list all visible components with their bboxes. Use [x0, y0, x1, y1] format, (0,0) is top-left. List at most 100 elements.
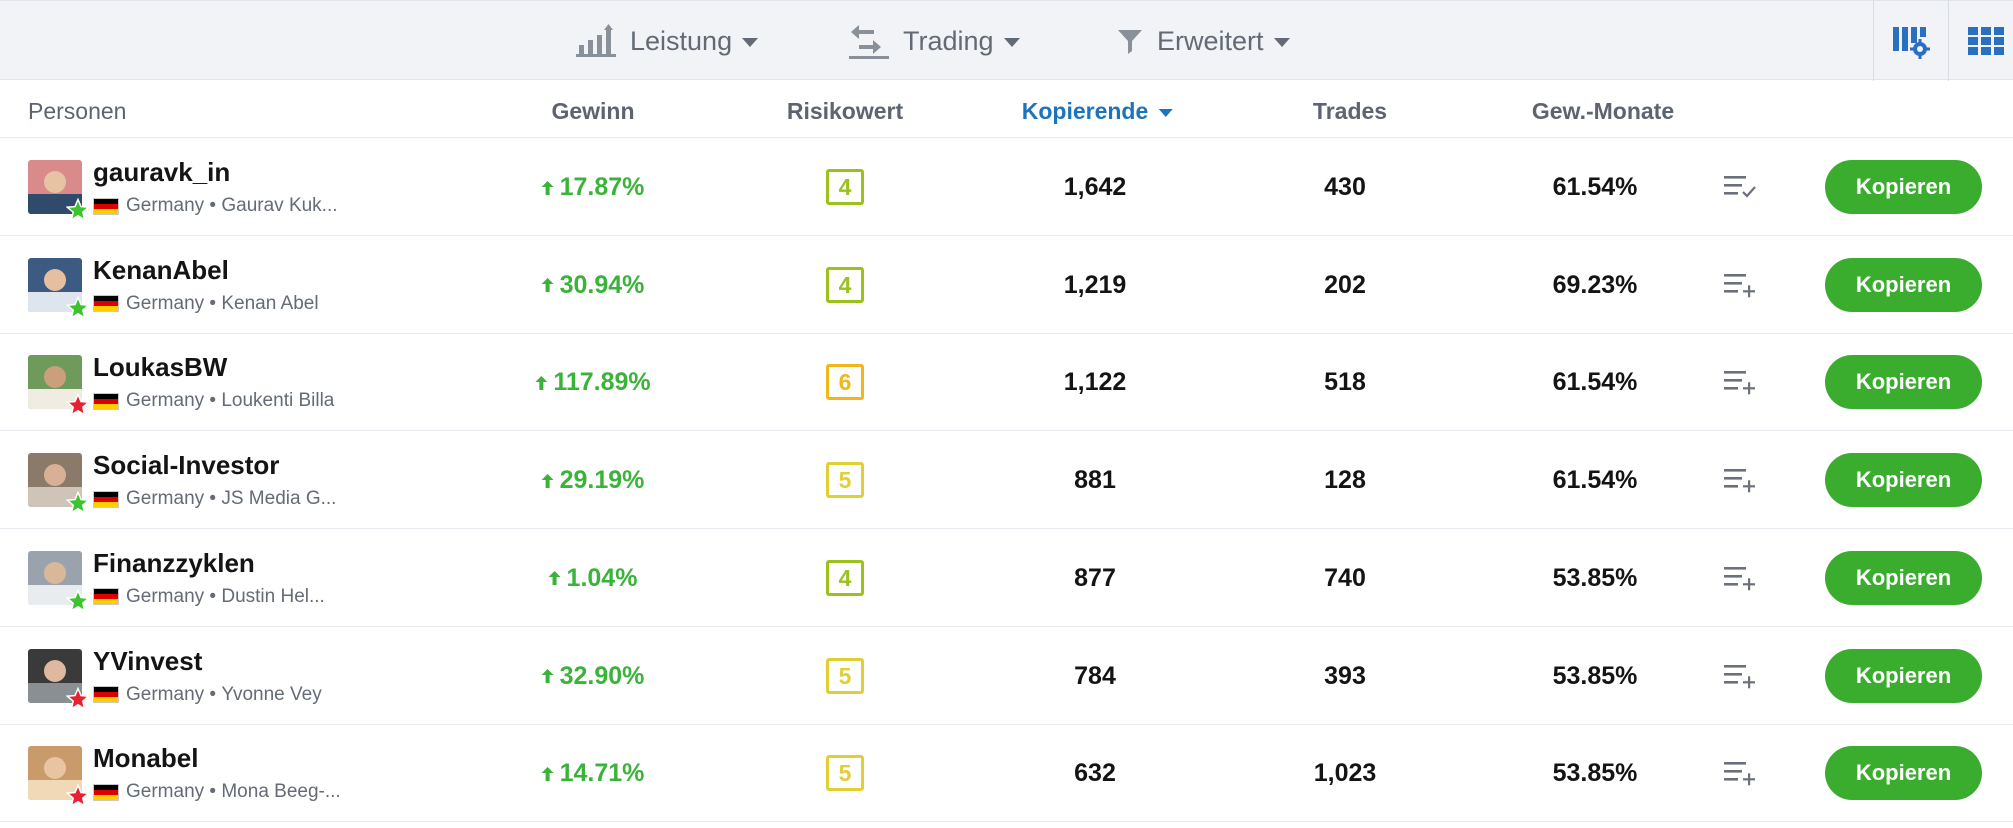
avatar-container[interactable] — [28, 355, 90, 417]
gain-text: 1.04% — [566, 563, 638, 592]
profitable-months-value: 61.54% — [1552, 173, 1638, 201]
arrow-up-icon — [541, 766, 554, 781]
column-header-copiers[interactable]: Kopierende — [1022, 80, 1173, 138]
profitable-months-value: 69.23% — [1552, 270, 1638, 299]
watchlist-add-icon[interactable] — [1724, 368, 1758, 396]
user-meta: Germany • Dustin Hel... — [93, 586, 325, 608]
table-row[interactable]: gauravk_in Germany • Gaurav Kuk... 17.87… — [0, 139, 2013, 236]
green-star-icon — [66, 295, 90, 320]
chevron-down-icon — [1003, 38, 1020, 47]
column-header-gain[interactable]: Gewinn — [551, 80, 634, 138]
copiers-value: 632 — [1074, 759, 1116, 788]
grid-settings-icon — [1893, 27, 1930, 59]
column-header-profitable-months[interactable]: Gew.-Monate — [1532, 80, 1674, 138]
column-header-risk[interactable]: Risikowert — [787, 80, 903, 138]
arrow-up-icon — [541, 473, 554, 488]
risk-score-badge: 4 — [826, 266, 864, 303]
table-row[interactable]: Social-Investor Germany • JS Media G... … — [0, 432, 2013, 530]
filter-erweitert[interactable]: Erweitert — [1117, 1, 1290, 81]
filter-leistung[interactable]: Leistung — [576, 1, 759, 81]
copy-button[interactable]: Kopieren — [1825, 355, 1982, 410]
avatar-container[interactable] — [28, 550, 90, 613]
profitable-months-value: 53.85% — [1552, 661, 1638, 690]
germany-flag-icon — [93, 783, 119, 801]
profitable-months-value: 61.54% — [1552, 368, 1638, 397]
arrow-up-icon — [541, 669, 554, 683]
watchlist-add-icon[interactable] — [1724, 466, 1758, 494]
gain-text: 29.19% — [559, 466, 645, 495]
avatar-container[interactable] — [28, 648, 90, 710]
meta-separator: • — [204, 488, 222, 510]
column-header-trades[interactable]: Trades — [1313, 80, 1387, 138]
user-meta: Germany • Kenan Abel — [93, 293, 319, 315]
watchlist-add-icon[interactable] — [1724, 759, 1758, 787]
grid-view-button[interactable] — [1949, 1, 2013, 81]
green-star-icon — [66, 491, 90, 515]
user-meta: Germany • JS Media G... — [93, 488, 336, 510]
country-label: Germany — [126, 195, 205, 216]
gain-value: 17.87% — [541, 139, 644, 236]
country-label: Germany — [126, 390, 205, 412]
table-row[interactable]: LoukasBW Germany • Loukenti Billa 117.89… — [0, 334, 2013, 432]
username[interactable]: Finanzzyklen — [93, 548, 255, 579]
meta-separator: • — [204, 683, 222, 705]
username[interactable]: Social-Investor — [93, 450, 279, 481]
table-row[interactable]: YVinvest Germany • Yvonne Vey 32.90% 5 7… — [0, 628, 2013, 725]
watchlist-add-icon[interactable] — [1724, 564, 1758, 592]
avatar-container[interactable] — [28, 160, 90, 222]
gain-value: 32.90% — [541, 628, 644, 725]
username[interactable]: LoukasBW — [93, 352, 227, 383]
avatar-container[interactable] — [28, 746, 90, 808]
table-row[interactable]: Finanzzyklen Germany • Dustin Hel... 1.0… — [0, 530, 2013, 627]
avatar-container[interactable] — [28, 257, 90, 320]
copy-button[interactable]: Kopieren — [1825, 257, 1982, 312]
gain-value: 29.19% — [541, 432, 645, 529]
copy-button[interactable]: Kopieren — [1825, 160, 1982, 214]
filter-leistung-label: Leistung — [630, 25, 733, 56]
watchlist-add-icon[interactable] — [1724, 271, 1758, 299]
full-name-label: Loukenti Billa — [221, 390, 335, 412]
meta-separator: • — [204, 195, 222, 216]
meta-separator: • — [204, 390, 222, 412]
username[interactable]: KenanAbel — [93, 255, 229, 286]
gain-text: 14.71% — [559, 759, 645, 788]
copiers-value: 881 — [1074, 466, 1116, 495]
watchlist-add-icon[interactable] — [1724, 662, 1758, 690]
trades-value: 128 — [1324, 466, 1366, 495]
red-star-icon — [66, 784, 90, 808]
copy-button[interactable]: Kopieren — [1825, 746, 1982, 801]
avatar-container[interactable] — [28, 453, 90, 515]
germany-flag-icon — [93, 295, 119, 313]
copy-button[interactable]: Kopieren — [1825, 648, 1982, 703]
grid-settings-button[interactable] — [1874, 1, 1948, 81]
arrow-up-icon — [548, 571, 561, 586]
copy-button[interactable]: Kopieren — [1825, 453, 1982, 508]
chevron-down-icon — [742, 38, 759, 47]
copiers-value: 784 — [1074, 661, 1116, 690]
watchlist-check-icon[interactable] — [1724, 173, 1758, 201]
filter-erweitert-label: Erweitert — [1157, 25, 1264, 56]
column-header-people[interactable]: Personen — [28, 80, 126, 138]
copy-button[interactable]: Kopieren — [1825, 550, 1982, 605]
table-row[interactable]: Monabel Germany • Mona Beeg-... 14.71% 5… — [0, 725, 2013, 823]
bar-chart-icon — [576, 24, 616, 57]
grid-view-icon — [1968, 27, 2004, 55]
username[interactable]: YVinvest — [93, 646, 202, 677]
meta-separator: • — [204, 292, 222, 314]
red-star-icon — [66, 393, 90, 417]
table-row[interactable]: KenanAbel Germany • Kenan Abel 30.94% 4 … — [0, 237, 2013, 334]
profitable-months-value: 53.85% — [1552, 759, 1638, 788]
trades-value: 393 — [1324, 661, 1366, 690]
filter-trading[interactable]: Trading — [849, 1, 1020, 81]
risk-score-badge: 5 — [826, 462, 864, 499]
username[interactable]: gauravk_in — [93, 157, 230, 188]
column-header-copiers-label: Kopierende — [1021, 98, 1149, 124]
username[interactable]: Monabel — [93, 743, 198, 774]
risk-score-badge: 4 — [826, 559, 864, 596]
copy-people-page: Leistung Trading Erweitert Personen Gewi… — [0, 0, 2013, 828]
arrow-up-icon — [541, 180, 554, 195]
sort-desc-icon — [1158, 108, 1173, 117]
copiers-value: 1,122 — [1063, 368, 1127, 397]
trades-value: 202 — [1324, 270, 1366, 299]
trades-value: 518 — [1324, 368, 1366, 397]
